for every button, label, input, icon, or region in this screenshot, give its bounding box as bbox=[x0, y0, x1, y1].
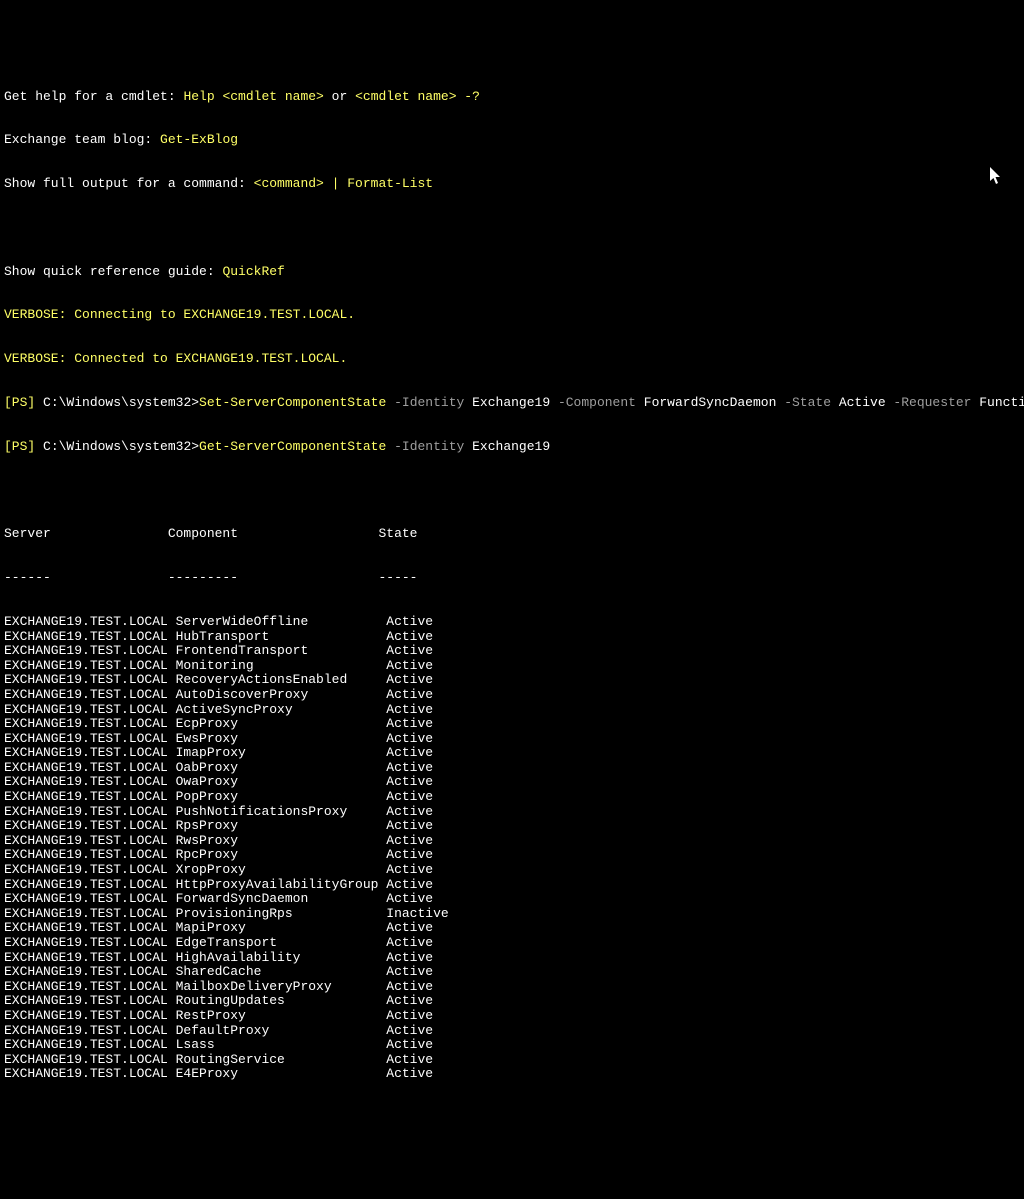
table-row: EXCHANGE19.TEST.LOCAL RoutingService Act… bbox=[4, 1053, 1020, 1068]
help-line-blog: Exchange team blog: Get-ExBlog bbox=[4, 133, 1020, 148]
table-row: EXCHANGE19.TEST.LOCAL RpsProxy Active bbox=[4, 819, 1020, 834]
table-row: EXCHANGE19.TEST.LOCAL XropProxy Active bbox=[4, 863, 1020, 878]
table-row: EXCHANGE19.TEST.LOCAL ImapProxy Active bbox=[4, 746, 1020, 761]
table-row: EXCHANGE19.TEST.LOCAL Lsass Active bbox=[4, 1038, 1020, 1053]
verbose-connecting: VERBOSE: Connecting to EXCHANGE19.TEST.L… bbox=[4, 308, 1020, 323]
table-row: EXCHANGE19.TEST.LOCAL AutoDiscoverProxy … bbox=[4, 688, 1020, 703]
table-row: EXCHANGE19.TEST.LOCAL RoutingUpdates Act… bbox=[4, 994, 1020, 1009]
verbose-connected: VERBOSE: Connected to EXCHANGE19.TEST.LO… bbox=[4, 352, 1020, 367]
table-row: EXCHANGE19.TEST.LOCAL HttpProxyAvailabil… bbox=[4, 878, 1020, 893]
table-row: EXCHANGE19.TEST.LOCAL EwsProxy Active bbox=[4, 732, 1020, 747]
output-table-body: EXCHANGE19.TEST.LOCAL ServerWideOffline … bbox=[4, 615, 1020, 1082]
table-row: EXCHANGE19.TEST.LOCAL MapiProxy Active bbox=[4, 921, 1020, 936]
help-line-quickref: Show quick reference guide: QuickRef bbox=[4, 265, 1020, 280]
table-row: EXCHANGE19.TEST.LOCAL E4EProxy Active bbox=[4, 1067, 1020, 1082]
prompt-get-servercomponentstate: [PS] C:\Windows\system32>Get-ServerCompo… bbox=[4, 440, 1020, 455]
table-row: EXCHANGE19.TEST.LOCAL FrontendTransport … bbox=[4, 644, 1020, 659]
table-row: EXCHANGE19.TEST.LOCAL HighAvailability A… bbox=[4, 951, 1020, 966]
table-row: EXCHANGE19.TEST.LOCAL PopProxy Active bbox=[4, 790, 1020, 805]
table-row: EXCHANGE19.TEST.LOCAL SharedCache Active bbox=[4, 965, 1020, 980]
table-row: EXCHANGE19.TEST.LOCAL ActiveSyncProxy Ac… bbox=[4, 703, 1020, 718]
help-line-fulloutput: Show full output for a command: <command… bbox=[4, 177, 1020, 192]
table-row: EXCHANGE19.TEST.LOCAL RwsProxy Active bbox=[4, 834, 1020, 849]
table-row: EXCHANGE19.TEST.LOCAL PushNotificationsP… bbox=[4, 805, 1020, 820]
table-row: EXCHANGE19.TEST.LOCAL MailboxDeliveryPro… bbox=[4, 980, 1020, 995]
prompt-set-servercomponentstate: [PS] C:\Windows\system32>Set-ServerCompo… bbox=[4, 396, 1020, 411]
table-row: EXCHANGE19.TEST.LOCAL OabProxy Active bbox=[4, 761, 1020, 776]
table-header: Server Component State bbox=[4, 527, 1020, 542]
table-row: EXCHANGE19.TEST.LOCAL ForwardSyncDaemon … bbox=[4, 892, 1020, 907]
table-row: EXCHANGE19.TEST.LOCAL ProvisioningRps In… bbox=[4, 907, 1020, 922]
blank-line bbox=[4, 221, 1020, 236]
table-row: EXCHANGE19.TEST.LOCAL EcpProxy Active bbox=[4, 717, 1020, 732]
table-row: EXCHANGE19.TEST.LOCAL RecoveryActionsEna… bbox=[4, 673, 1020, 688]
table-row: EXCHANGE19.TEST.LOCAL EdgeTransport Acti… bbox=[4, 936, 1020, 951]
table-row: EXCHANGE19.TEST.LOCAL RpcProxy Active bbox=[4, 848, 1020, 863]
blank-line bbox=[4, 484, 1020, 499]
table-row: EXCHANGE19.TEST.LOCAL HubTransport Activ… bbox=[4, 630, 1020, 645]
table-separator: ------ --------- ----- bbox=[4, 571, 1020, 586]
table-row: EXCHANGE19.TEST.LOCAL Monitoring Active bbox=[4, 659, 1020, 674]
table-row: EXCHANGE19.TEST.LOCAL ServerWideOffline … bbox=[4, 615, 1020, 630]
table-row: EXCHANGE19.TEST.LOCAL RestProxy Active bbox=[4, 1009, 1020, 1024]
help-line-1: Get help for a cmdlet: Help <cmdlet name… bbox=[4, 90, 1020, 105]
table-row: EXCHANGE19.TEST.LOCAL DefaultProxy Activ… bbox=[4, 1024, 1020, 1039]
terminal[interactable]: Get help for a cmdlet: Help <cmdlet name… bbox=[0, 58, 1024, 1096]
table-row: EXCHANGE19.TEST.LOCAL OwaProxy Active bbox=[4, 775, 1020, 790]
